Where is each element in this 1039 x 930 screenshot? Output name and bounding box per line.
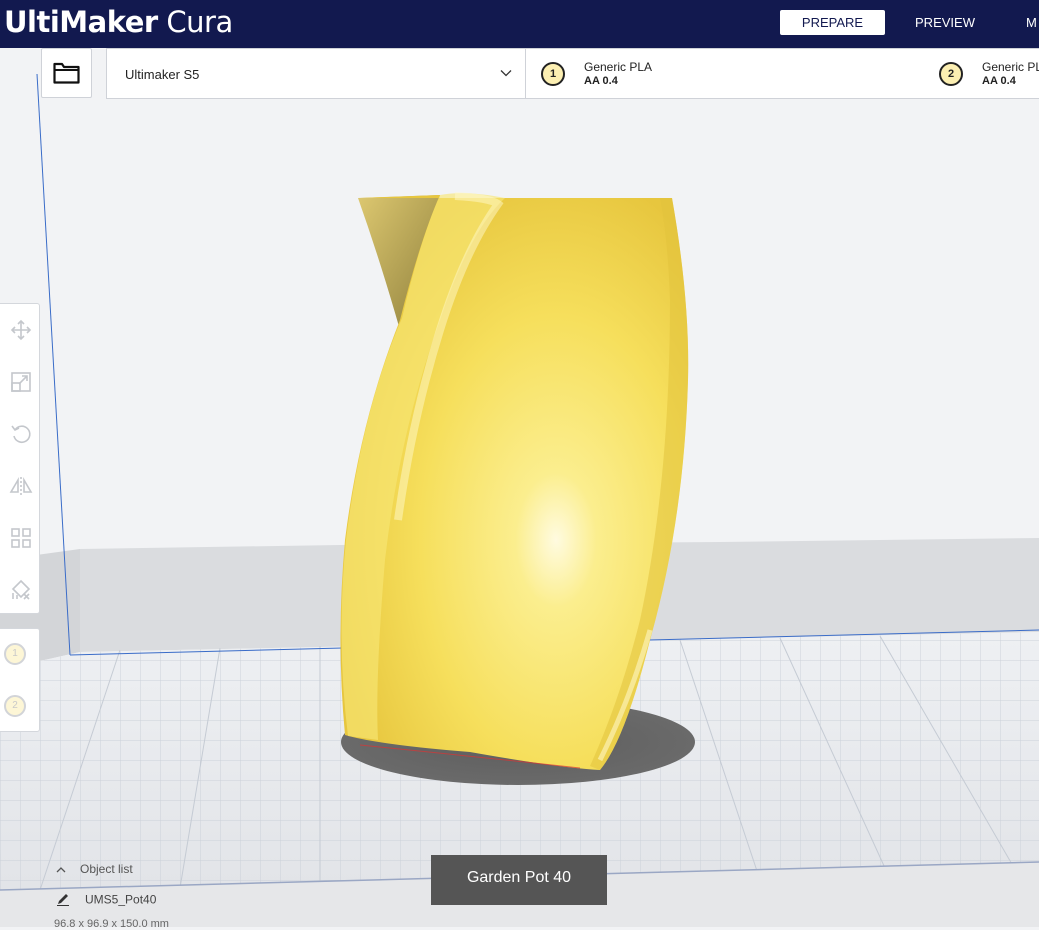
mirror-icon [9,477,33,495]
object-list-title: Object list [80,862,133,876]
brand-name: UltiMaker [4,5,158,39]
tab-monitor[interactable]: M [1026,10,1039,35]
folder-icon [53,62,80,84]
tool-panel [0,303,40,614]
extruder-1-button[interactable]: 1 [4,643,26,665]
per-model-settings-icon [11,528,31,548]
model-tooltip: Garden Pot 40 [431,855,607,905]
printer-selector[interactable]: Ultimaker S5 [125,67,199,82]
app-logo: UltiMaker Cura [4,3,233,41]
object-dimensions: 96.8 x 96.9 x 150.0 mm [54,918,169,930]
app-header: UltiMaker Cura PREPARE PREVIEW M [0,0,1039,48]
rotate-icon [11,425,31,443]
support-blocker-button[interactable] [1,570,41,610]
chevron-down-icon[interactable] [499,66,513,80]
toolbar-divider [525,49,526,98]
brand-product: Cura [166,5,233,39]
move-icon [10,319,32,341]
open-file-button[interactable] [41,48,92,98]
extruder-2-badge: 2 [939,62,963,86]
3d-viewport[interactable] [0,48,1039,927]
printer-selector-bar: Ultimaker S5 1 Generic PLA AA 0.4 2 Gene… [106,48,1039,99]
per-model-settings-button[interactable] [1,518,41,558]
mirror-tool-button[interactable] [1,466,41,506]
tab-prepare[interactable]: PREPARE [780,10,885,35]
scale-tool-button[interactable] [1,362,41,402]
extruder-2-button[interactable]: 2 [4,695,26,717]
extruder-1-material: Generic PLA [584,60,653,74]
extruder-selector-panel: 1 2 [0,628,40,732]
extruder-2-core: AA 0.4 [982,75,1016,87]
chevron-up-icon [56,862,66,876]
extruder-1-badge: 1 [541,62,565,86]
scale-icon [11,372,31,392]
move-tool-button[interactable] [1,310,41,350]
object-name: UMS5_Pot40 [85,892,157,907]
extruder-2-material: Generic PLA [982,60,1039,74]
extruder-1-core: AA 0.4 [584,75,618,87]
rotate-tool-button[interactable] [1,414,41,454]
tab-preview[interactable]: PREVIEW [904,10,986,35]
object-list-item[interactable]: UMS5_Pot40 [56,892,156,909]
support-blocker-icon [11,579,31,600]
object-list-toggle[interactable]: Object list [56,862,133,876]
edit-icon[interactable] [56,892,70,909]
